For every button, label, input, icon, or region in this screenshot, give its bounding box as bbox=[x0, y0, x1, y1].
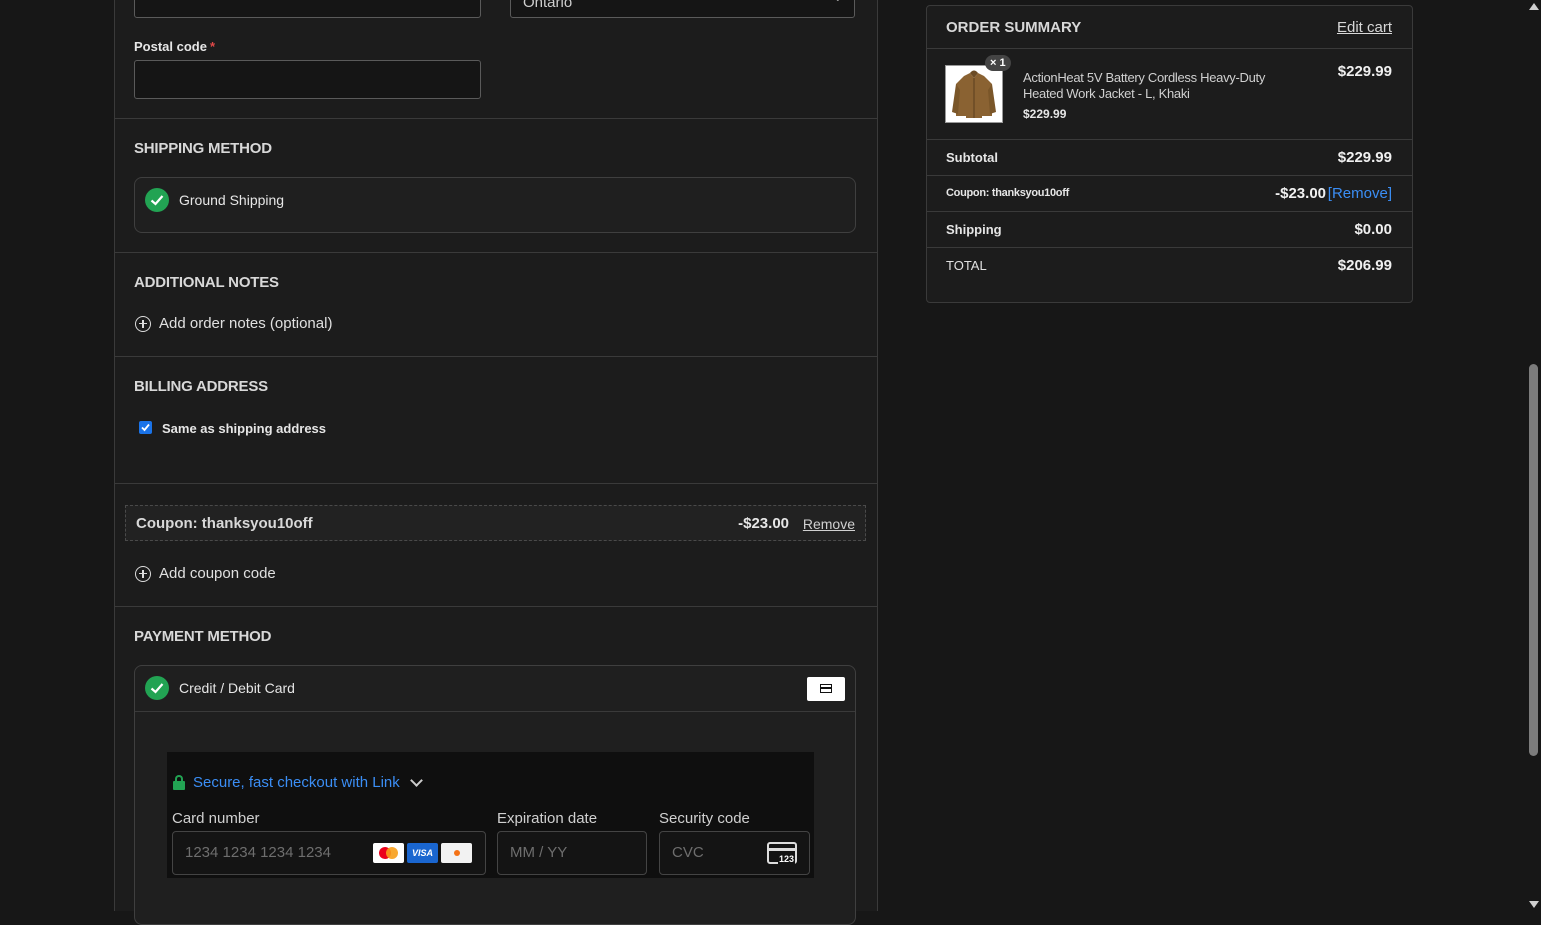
total-label: TOTAL bbox=[946, 258, 987, 273]
shipping-option-ground[interactable]: Ground Shipping bbox=[134, 177, 856, 233]
divider bbox=[115, 118, 877, 119]
product-thumbnail bbox=[945, 65, 1003, 123]
link-checkout-label: Secure, fast checkout with Link bbox=[193, 774, 400, 791]
chevron-down-icon: ⌄ bbox=[834, 0, 842, 4]
divider bbox=[115, 483, 877, 484]
product-line-total: $229.99 bbox=[1337, 63, 1392, 80]
order-summary-panel: ORDER SUMMARY Edit cart × 1 ActionHeat 5… bbox=[926, 5, 1413, 303]
scroll-up-arrow-icon[interactable] bbox=[1529, 3, 1539, 10]
add-coupon-code-link[interactable]: Add coupon code bbox=[135, 565, 276, 582]
shipping-method-title: SHIPPING METHOD bbox=[134, 140, 272, 157]
remove-coupon-link[interactable]: Remove bbox=[803, 516, 855, 532]
jacket-image bbox=[952, 70, 996, 118]
applied-coupon-label: Coupon: thanksyou10off bbox=[136, 515, 313, 532]
province-select[interactable]: Ontario ⌄ bbox=[510, 0, 855, 18]
shipping-summary-value: $0.00 bbox=[1354, 221, 1392, 238]
credit-card-icon bbox=[807, 677, 845, 701]
cvc-card-icon: 123 bbox=[767, 842, 797, 864]
quantity-badge: × 1 bbox=[985, 55, 1011, 71]
payment-method-title: PAYMENT METHOD bbox=[134, 628, 272, 645]
security-code-label: Security code bbox=[659, 810, 750, 827]
security-code-input[interactable]: CVC 123 bbox=[659, 831, 810, 875]
check-circle-icon bbox=[145, 676, 169, 700]
same-as-shipping-checkbox[interactable] bbox=[139, 421, 152, 434]
applied-coupon-amount: -$23.00 bbox=[738, 515, 789, 532]
divider bbox=[115, 252, 877, 253]
expiration-placeholder: MM / YY bbox=[510, 844, 568, 861]
plus-circle-icon bbox=[135, 565, 151, 582]
shipping-option-label: Ground Shipping bbox=[179, 192, 285, 208]
payment-option-label[interactable]: Credit / Debit Card bbox=[179, 680, 295, 696]
discover-icon bbox=[441, 843, 472, 863]
add-order-notes-label: Add order notes (optional) bbox=[159, 315, 333, 332]
same-as-shipping-label[interactable]: Same as shipping address bbox=[162, 421, 326, 436]
card-number-placeholder: 1234 1234 1234 1234 bbox=[185, 844, 331, 861]
total-row: TOTAL $206.99 bbox=[927, 247, 1412, 303]
billing-address-title: BILLING ADDRESS bbox=[134, 378, 268, 395]
visa-icon: VISA bbox=[407, 843, 438, 863]
subtotal-value: $229.99 bbox=[1337, 149, 1392, 166]
link-checkout-toggle[interactable]: Secure, fast checkout with Link bbox=[173, 774, 423, 791]
scroll-down-arrow-icon[interactable] bbox=[1529, 901, 1539, 908]
subtotal-row: Subtotal $229.99 bbox=[927, 139, 1412, 176]
divider bbox=[115, 356, 877, 357]
additional-notes-title: ADDITIONAL NOTES bbox=[134, 274, 279, 291]
product-unit-price: $229.99 bbox=[1023, 107, 1067, 121]
card-number-label: Card number bbox=[172, 810, 260, 827]
coupon-summary-remove-link[interactable]: [Remove] bbox=[1328, 185, 1392, 202]
coupon-summary-value: -$23.00 bbox=[1275, 185, 1326, 202]
cvc-icon-digits: 123 bbox=[777, 854, 795, 864]
order-summary-title: ORDER SUMMARY bbox=[946, 19, 1082, 36]
lock-icon bbox=[173, 775, 185, 790]
total-value: $206.99 bbox=[1337, 257, 1392, 274]
shipping-summary-label: Shipping bbox=[946, 222, 1002, 237]
coupon-summary-row: Coupon: thanksyou10off -$23.00 [Remove] bbox=[927, 175, 1412, 212]
edit-cart-link[interactable]: Edit cart bbox=[1337, 19, 1392, 36]
divider bbox=[135, 711, 855, 712]
add-order-notes-link[interactable]: Add order notes (optional) bbox=[135, 315, 332, 332]
subtotal-label: Subtotal bbox=[946, 150, 998, 165]
expiration-date-label: Expiration date bbox=[497, 810, 598, 827]
plus-circle-icon bbox=[135, 315, 151, 332]
required-marker: * bbox=[209, 39, 216, 54]
checkout-form-column: Ontario ⌄ Postal code* SHIPPING METHOD G… bbox=[114, 0, 878, 925]
cart-item-row: × 1 ActionHeat 5V Battery Cordless Heavy… bbox=[927, 48, 1412, 140]
city-field[interactable] bbox=[134, 0, 481, 18]
shipping-summary-row: Shipping $0.00 bbox=[927, 211, 1412, 248]
add-coupon-code-label: Add coupon code bbox=[159, 565, 276, 582]
mastercard-icon bbox=[373, 843, 404, 863]
check-circle-icon bbox=[145, 188, 169, 212]
postal-code-input[interactable] bbox=[134, 60, 481, 99]
scrollbar-thumb[interactable] bbox=[1529, 364, 1538, 756]
expiration-date-input[interactable]: MM / YY bbox=[497, 831, 647, 875]
page-scrollbar[interactable] bbox=[1527, 0, 1541, 911]
coupon-summary-label: Coupon: thanksyou10off bbox=[946, 187, 1069, 199]
province-value: Ontario bbox=[523, 0, 573, 11]
divider bbox=[115, 606, 877, 607]
product-name[interactable]: ActionHeat 5V Battery Cordless Heavy-Dut… bbox=[1023, 70, 1278, 102]
cvc-placeholder: CVC bbox=[672, 844, 704, 861]
chevron-down-icon bbox=[409, 774, 423, 787]
postal-code-label: Postal code * bbox=[134, 39, 216, 54]
card-number-input[interactable]: 1234 1234 1234 1234 VISA bbox=[172, 831, 486, 875]
stripe-card-element: Secure, fast checkout with Link Card num… bbox=[167, 752, 814, 878]
applied-coupon-row: Coupon: thanksyou10off -$23.00 Remove bbox=[125, 505, 866, 541]
